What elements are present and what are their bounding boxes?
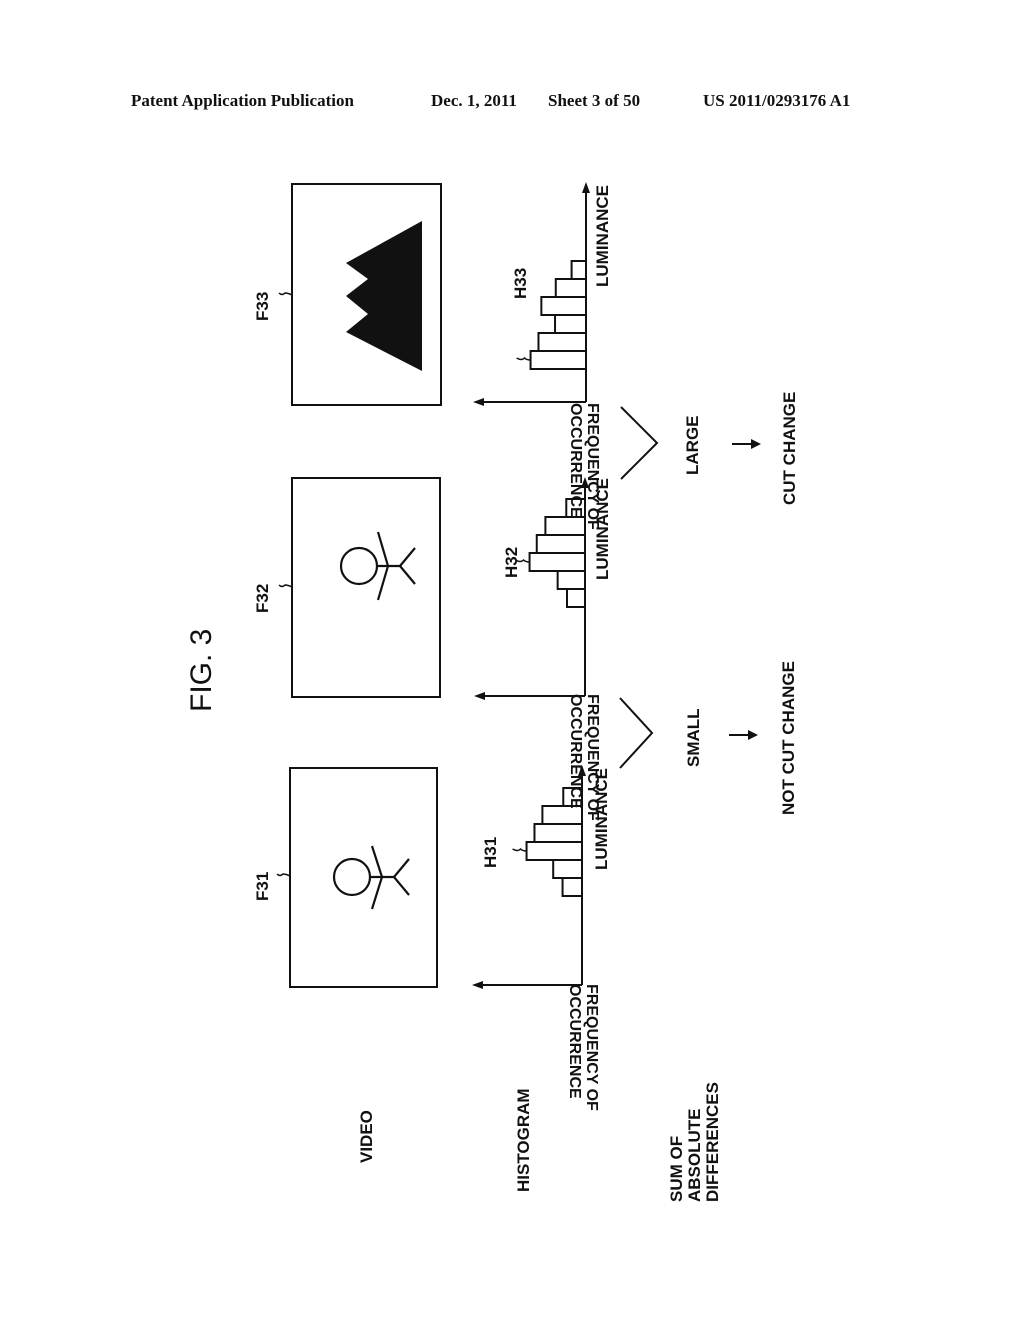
leader-F32 bbox=[278, 584, 293, 588]
y-axis-label-H33: FREQUENCY OF OCCURRENCE bbox=[566, 403, 601, 530]
histogram-bar bbox=[525, 841, 583, 861]
figure-title: FIG. 3 bbox=[185, 628, 218, 712]
mountains-shape bbox=[346, 221, 422, 371]
y-axis-label-line2: OCCURRENCE bbox=[566, 984, 584, 1099]
sad-label-line2: ABSOLUTE bbox=[684, 1108, 704, 1203]
histogram-bar bbox=[561, 877, 583, 897]
histogram-bar bbox=[552, 859, 584, 879]
label-F31: F31 bbox=[253, 871, 272, 901]
y-axis-label-H31: FREQUENCY OF OCCURRENCE bbox=[565, 984, 600, 1111]
luminance-axis-arrowhead bbox=[582, 182, 590, 193]
chevron-small bbox=[619, 697, 654, 769]
label-H31: H31 bbox=[481, 836, 500, 868]
label-F32: F32 bbox=[253, 583, 272, 613]
leader-H31 bbox=[512, 847, 527, 852]
label-F33: F33 bbox=[253, 291, 272, 321]
histogram-bar bbox=[554, 314, 587, 334]
frame-F32 bbox=[291, 477, 441, 698]
stick-figure-F32 bbox=[339, 531, 416, 601]
label-H32: H32 bbox=[502, 546, 521, 578]
histogram-bar bbox=[537, 332, 587, 352]
histogram-bar bbox=[540, 296, 587, 316]
histogram-bar bbox=[529, 350, 587, 370]
y-axis-label-line2: OCCURRENCE bbox=[567, 694, 585, 809]
result-not-cut-change: NOT CUT CHANGE bbox=[779, 661, 798, 815]
x-axis-label-H33: LUMINANCE bbox=[593, 185, 612, 287]
histogram-bar bbox=[556, 570, 587, 590]
result-cut-change: CUT CHANGE bbox=[780, 391, 799, 505]
histogram-H33 bbox=[473, 182, 590, 406]
arrow-large-to-result bbox=[732, 439, 761, 449]
figure-canvas bbox=[276, 182, 761, 989]
y-axis-label-line1: FREQUENCY OF bbox=[584, 403, 601, 530]
row-label-sum-of-absolute-differences: SUM OF ABSOLUTE DIFFERENCES bbox=[667, 1082, 722, 1203]
leader-H33 bbox=[516, 356, 531, 361]
row-label-video: VIDEO bbox=[357, 1110, 376, 1163]
histogram-bar bbox=[570, 260, 587, 280]
sad-label-line1: SUM OF bbox=[667, 1135, 686, 1202]
y-axis-label-line1: FREQUENCY OF bbox=[584, 694, 601, 821]
frame-F31 bbox=[289, 767, 438, 988]
frequency-axis-arrowhead bbox=[472, 981, 483, 989]
histogram-bar bbox=[535, 534, 587, 554]
histogram-bar bbox=[528, 552, 586, 572]
stick-figure-F31 bbox=[332, 845, 410, 910]
arrow-small-to-result bbox=[729, 730, 758, 740]
leader-F33 bbox=[278, 292, 293, 296]
sad-small: SMALL bbox=[684, 708, 703, 767]
label-H33: H33 bbox=[511, 267, 530, 299]
leader-F31 bbox=[276, 873, 291, 877]
frequency-axis-arrowhead bbox=[474, 692, 485, 700]
sad-label-line3: DIFFERENCES bbox=[702, 1082, 722, 1202]
histogram-bar bbox=[554, 278, 588, 298]
y-axis-label-line2: OCCURRENCE bbox=[567, 403, 585, 518]
frequency-axis-arrowhead bbox=[473, 398, 484, 406]
sad-large: LARGE bbox=[683, 415, 702, 476]
histogram-bar bbox=[533, 823, 583, 843]
chevron-large bbox=[620, 406, 659, 480]
y-axis-label-H32: FREQUENCY OF OCCURRENCE bbox=[566, 694, 601, 821]
y-axis-label-line1: FREQUENCY OF bbox=[583, 984, 600, 1111]
histogram-bar bbox=[566, 588, 586, 608]
row-label-histogram: HISTOGRAM bbox=[514, 1088, 533, 1192]
